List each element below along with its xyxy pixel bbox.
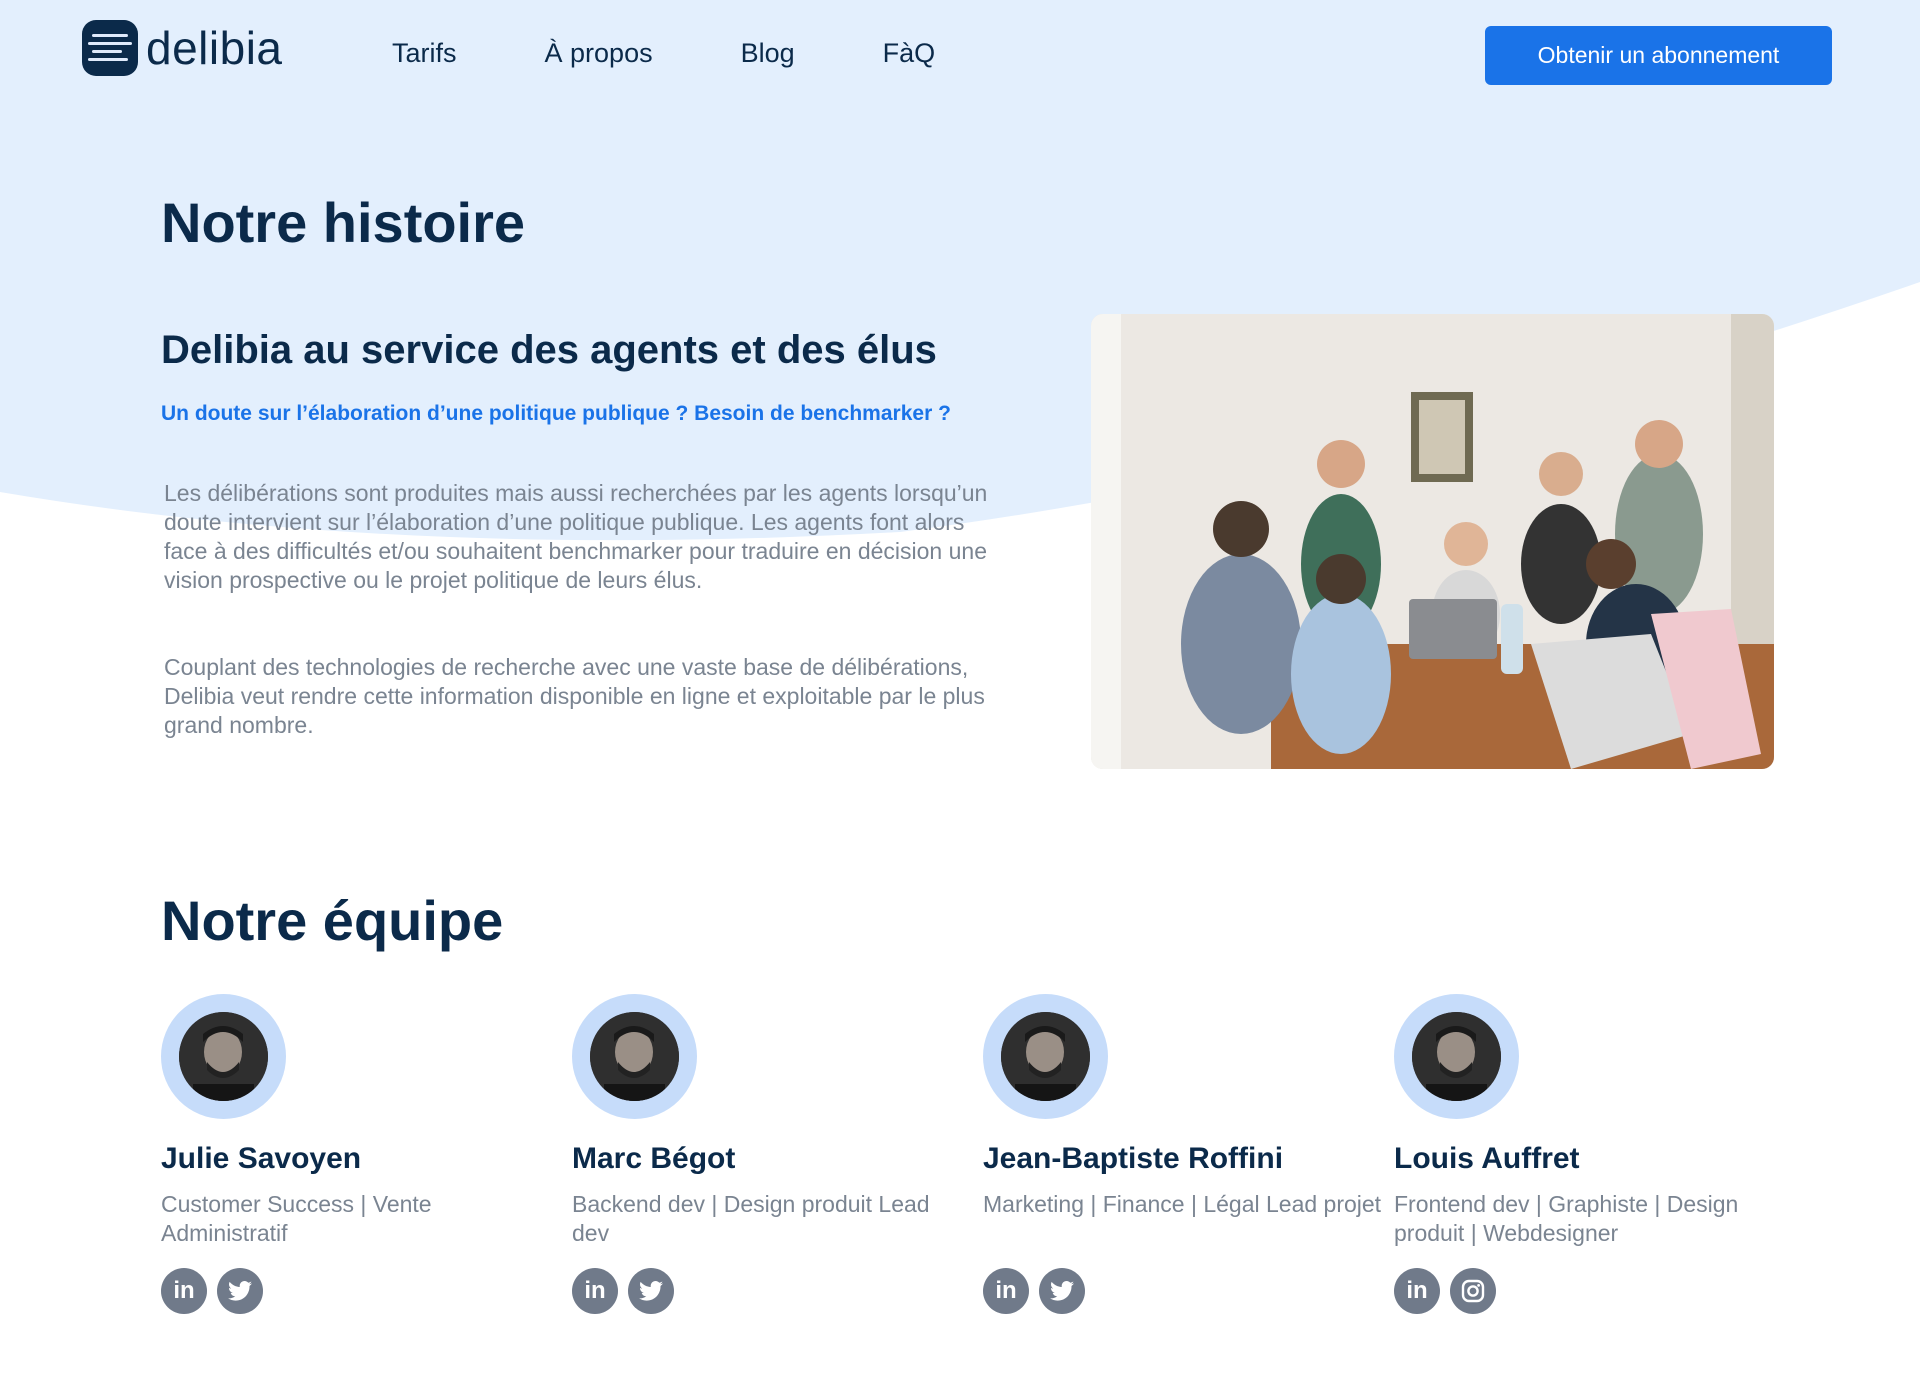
main-nav: Tarifs À propos Blog FàQ bbox=[392, 38, 935, 69]
nav-item-blog[interactable]: Blog bbox=[741, 38, 795, 69]
linkedin-icon[interactable]: in bbox=[1394, 1268, 1440, 1314]
team-member-card: Jean-Baptiste Roffini Marketing | Financ… bbox=[983, 994, 1383, 1314]
brand-name: delibia bbox=[146, 22, 283, 74]
nav-item-a-propos[interactable]: À propos bbox=[545, 38, 653, 69]
member-socials: in bbox=[161, 1268, 263, 1314]
member-role: Customer Success | Vente Administratif bbox=[161, 1191, 432, 1246]
avatar bbox=[1394, 994, 1519, 1119]
linkedin-icon[interactable]: in bbox=[161, 1268, 207, 1314]
nav-item-tarifs[interactable]: Tarifs bbox=[392, 38, 457, 69]
history-subtitle: Delibia au service des agents et des élu… bbox=[161, 328, 937, 372]
team-title: Notre équipe bbox=[161, 889, 504, 952]
twitter-icon[interactable] bbox=[628, 1268, 674, 1314]
logo-mark-icon bbox=[82, 20, 138, 76]
member-role: Backend dev | Design produit Lead dev bbox=[572, 1191, 930, 1246]
brand-logo[interactable]: delibia bbox=[82, 20, 283, 76]
team-member-card: Marc Bégot Backend dev | Design produit … bbox=[572, 994, 972, 1314]
nav-item-faq[interactable]: FàQ bbox=[883, 38, 936, 69]
member-socials: in bbox=[1394, 1268, 1496, 1314]
member-name: Jean-Baptiste Roffini bbox=[983, 1142, 1284, 1175]
member-socials: in bbox=[983, 1268, 1085, 1314]
history-paragraph: Les délibérations sont produites mais au… bbox=[164, 480, 988, 593]
history-paragraph: Couplant des technologies de recherche a… bbox=[164, 654, 985, 738]
history-title: Notre histoire bbox=[161, 191, 526, 254]
twitter-icon[interactable] bbox=[1039, 1268, 1085, 1314]
member-name: Julie Savoyen bbox=[161, 1142, 362, 1175]
history-lead: Un doute sur l’élaboration d’une politiq… bbox=[161, 402, 951, 425]
member-role: Frontend dev | Graphiste | Design produi… bbox=[1394, 1191, 1739, 1246]
twitter-icon[interactable] bbox=[217, 1268, 263, 1314]
team-member-card: Julie Savoyen Customer Success | Vente A… bbox=[161, 994, 561, 1314]
avatar bbox=[983, 994, 1108, 1119]
linkedin-icon[interactable]: in bbox=[572, 1268, 618, 1314]
member-name: Marc Bégot bbox=[572, 1142, 736, 1175]
team-member-card: Louis Auffret Frontend dev | Graphiste |… bbox=[1394, 994, 1794, 1314]
avatar bbox=[572, 994, 697, 1119]
subscribe-button[interactable]: Obtenir un abonnement bbox=[1485, 26, 1832, 85]
member-name: Louis Auffret bbox=[1394, 1142, 1580, 1175]
site-header: delibia Tarifs À propos Blog FàQ Obtenir… bbox=[0, 0, 1920, 112]
member-socials: in bbox=[572, 1268, 674, 1314]
member-role: Marketing | Finance | Légal Lead projet bbox=[983, 1191, 1382, 1217]
team-photo bbox=[1091, 314, 1774, 769]
linkedin-icon[interactable]: in bbox=[983, 1268, 1029, 1314]
avatar bbox=[161, 994, 286, 1119]
instagram-icon[interactable] bbox=[1450, 1268, 1496, 1314]
